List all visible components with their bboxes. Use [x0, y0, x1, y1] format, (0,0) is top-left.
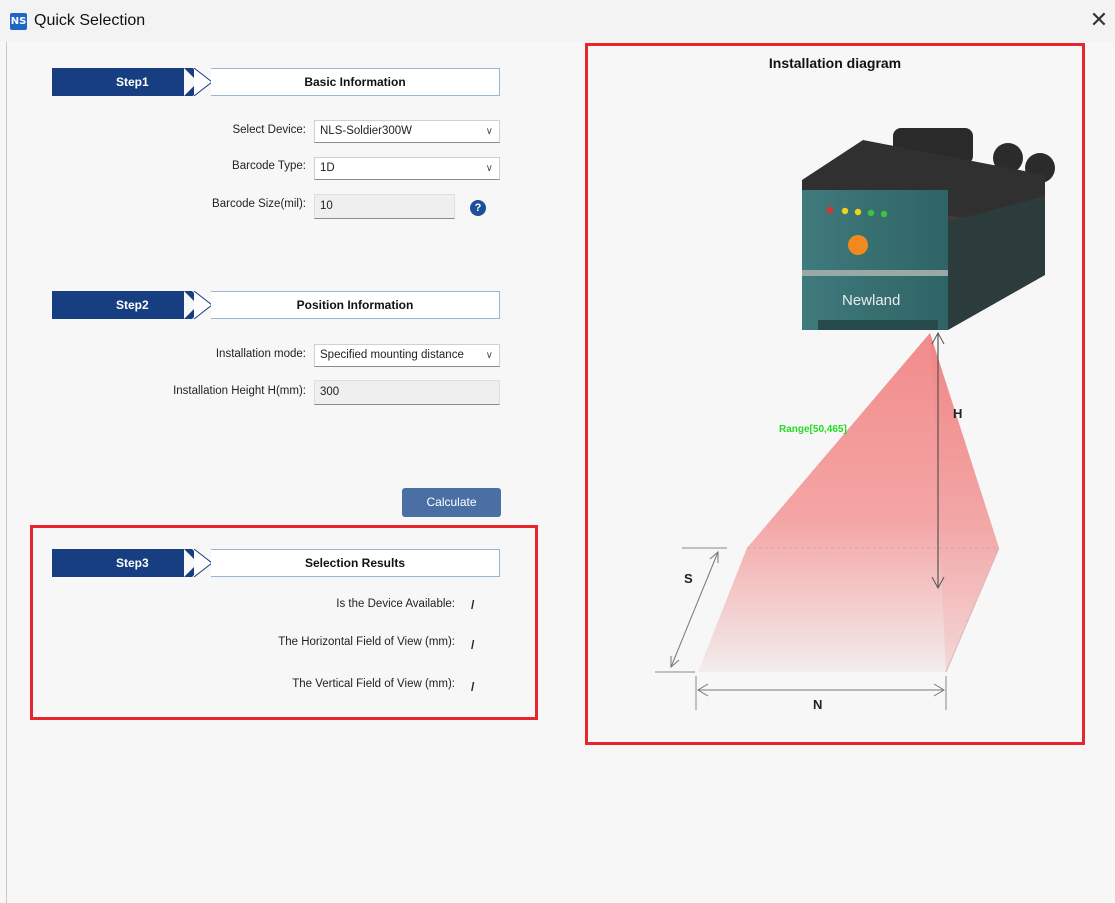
step-chevron-icon [184, 549, 213, 577]
calculate-button[interactable]: Calculate [402, 488, 501, 517]
n-label: N [813, 697, 822, 712]
device-available-label: Is the Device Available: [336, 598, 455, 610]
title-bar [0, 0, 1115, 42]
barcode-type-dropdown[interactable]: 1D ∨ [314, 157, 500, 180]
scanner-device-image: Newland [802, 128, 1055, 330]
window-title: Quick Selection [34, 12, 146, 29]
h-label: H [953, 406, 962, 421]
install-height-input[interactable]: 300 [314, 380, 500, 405]
app-icon: NS [10, 13, 27, 30]
step3-header: Step3 Selection Results [52, 549, 502, 577]
installation-diagram: Newland Range[50,465] H S N [655, 128, 1055, 712]
barcode-size-label: Barcode Size(mil): [212, 198, 306, 210]
chevron-down-icon: ∨ [485, 350, 493, 361]
left-border [6, 42, 7, 903]
barcode-type-value: 1D [320, 162, 335, 174]
step3-title: Selection Results [211, 549, 500, 577]
step2-title: Position Information [211, 291, 500, 319]
s-label: S [684, 571, 693, 586]
horizontal-fov-label: The Horizontal Field of View (mm): [278, 636, 455, 648]
install-height-label: Installation Height H(mm): [173, 385, 306, 397]
step1-header: Step1 Basic Information [52, 68, 502, 96]
help-icon[interactable]: ? [470, 200, 486, 216]
step2-header: Step2 Position Information [52, 291, 502, 319]
chevron-down-icon: ∨ [485, 126, 493, 137]
chevron-down-icon: ∨ [485, 163, 493, 174]
step-chevron-icon [184, 68, 213, 96]
step1-tag: Step1 [52, 68, 184, 96]
barcode-size-input[interactable]: 10 [314, 194, 455, 219]
brand-logo: Newland [842, 292, 900, 309]
step2-tag: Step2 [52, 291, 184, 319]
close-button[interactable]: ✕ [1088, 9, 1110, 33]
device-available-value: / [471, 598, 475, 612]
barcode-type-label: Barcode Type: [232, 160, 306, 172]
vertical-fov-label: The Vertical Field of View (mm): [292, 678, 455, 690]
select-device-value: NLS-Soldier300W [320, 125, 413, 137]
install-mode-dropdown[interactable]: Specified mounting distance ∨ [314, 344, 500, 367]
install-mode-label: Installation mode: [215, 348, 306, 360]
diagram-title: Installation diagram [768, 55, 902, 71]
range-label: Range[50,465] [779, 424, 847, 435]
step1-title: Basic Information [211, 68, 500, 96]
select-device-label: Select Device: [232, 124, 306, 136]
vertical-fov-value: / [471, 680, 475, 694]
step-chevron-icon [184, 291, 213, 319]
install-mode-value: Specified mounting distance [320, 349, 464, 361]
step3-tag: Step3 [52, 549, 184, 577]
select-device-dropdown[interactable]: NLS-Soldier300W ∨ [314, 120, 500, 143]
horizontal-fov-value: / [471, 638, 475, 652]
